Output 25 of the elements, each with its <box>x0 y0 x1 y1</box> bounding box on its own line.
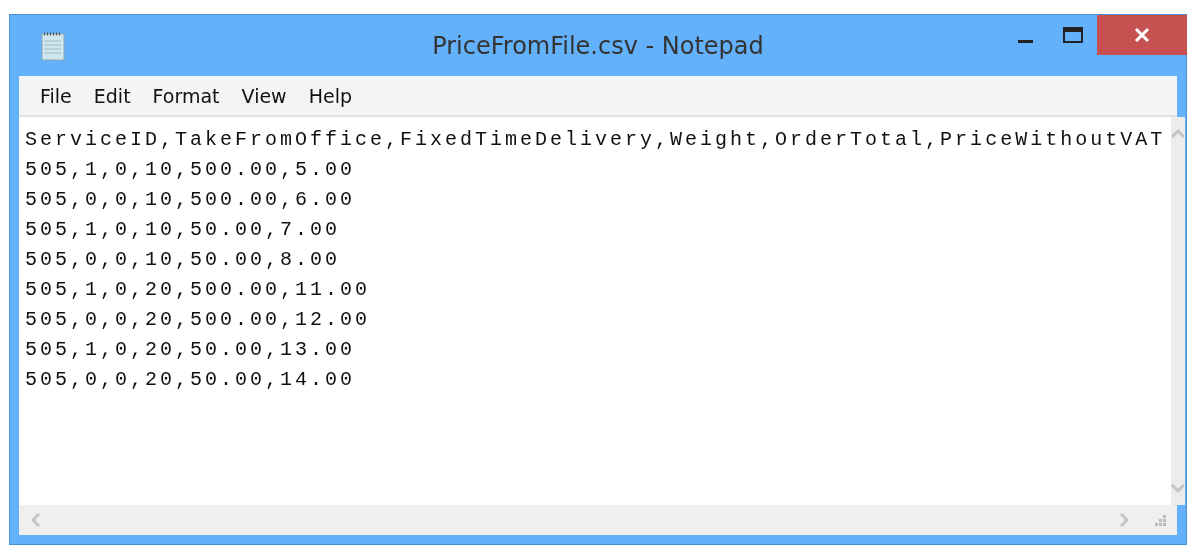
text-line: 505,1,0,10,500.00,5.00 <box>25 157 357 183</box>
text-line: 505,0,0,10,50.00,8.00 <box>25 247 342 273</box>
text-line: 505,0,0,20,50.00,14.00 <box>25 367 357 393</box>
menu-item[interactable]: Format <box>143 82 229 109</box>
text-line: 505,0,0,20,500.00,12.00 <box>25 307 372 333</box>
notepad-icon <box>40 30 66 61</box>
close-icon <box>1134 27 1150 43</box>
text-line: ServiceID,TakeFromOffice,FixedTimeDelivery,Weight,OrderTotal,PriceWithoutVAT <box>25 127 1166 153</box>
window-title: PriceFromFile.csv - Notepad <box>432 31 764 60</box>
text-line: 505,1,0,10,50.00,7.00 <box>25 217 342 243</box>
vertical-scrollbar[interactable] <box>1171 117 1186 505</box>
scroll-up-icon[interactable] <box>1171 129 1186 138</box>
resize-grip-icon[interactable] <box>1153 513 1167 527</box>
minimize-icon <box>1017 39 1033 43</box>
maximize-icon <box>1062 26 1084 44</box>
scroll-left-icon[interactable] <box>31 513 40 527</box>
text-line: 505,1,0,20,50.00,13.00 <box>25 337 357 363</box>
menu-item[interactable]: View <box>232 82 296 109</box>
scroll-right-icon[interactable] <box>1120 513 1129 527</box>
menu-item[interactable]: File <box>31 82 81 109</box>
text-line: 505,0,0,10,500.00,6.00 <box>25 187 357 213</box>
menu-item[interactable]: Edit <box>84 82 140 109</box>
menu-item[interactable]: Help <box>299 82 361 109</box>
text-line: 505,1,0,20,500.00,11.00 <box>25 277 372 303</box>
scroll-down-icon[interactable] <box>1171 484 1186 493</box>
